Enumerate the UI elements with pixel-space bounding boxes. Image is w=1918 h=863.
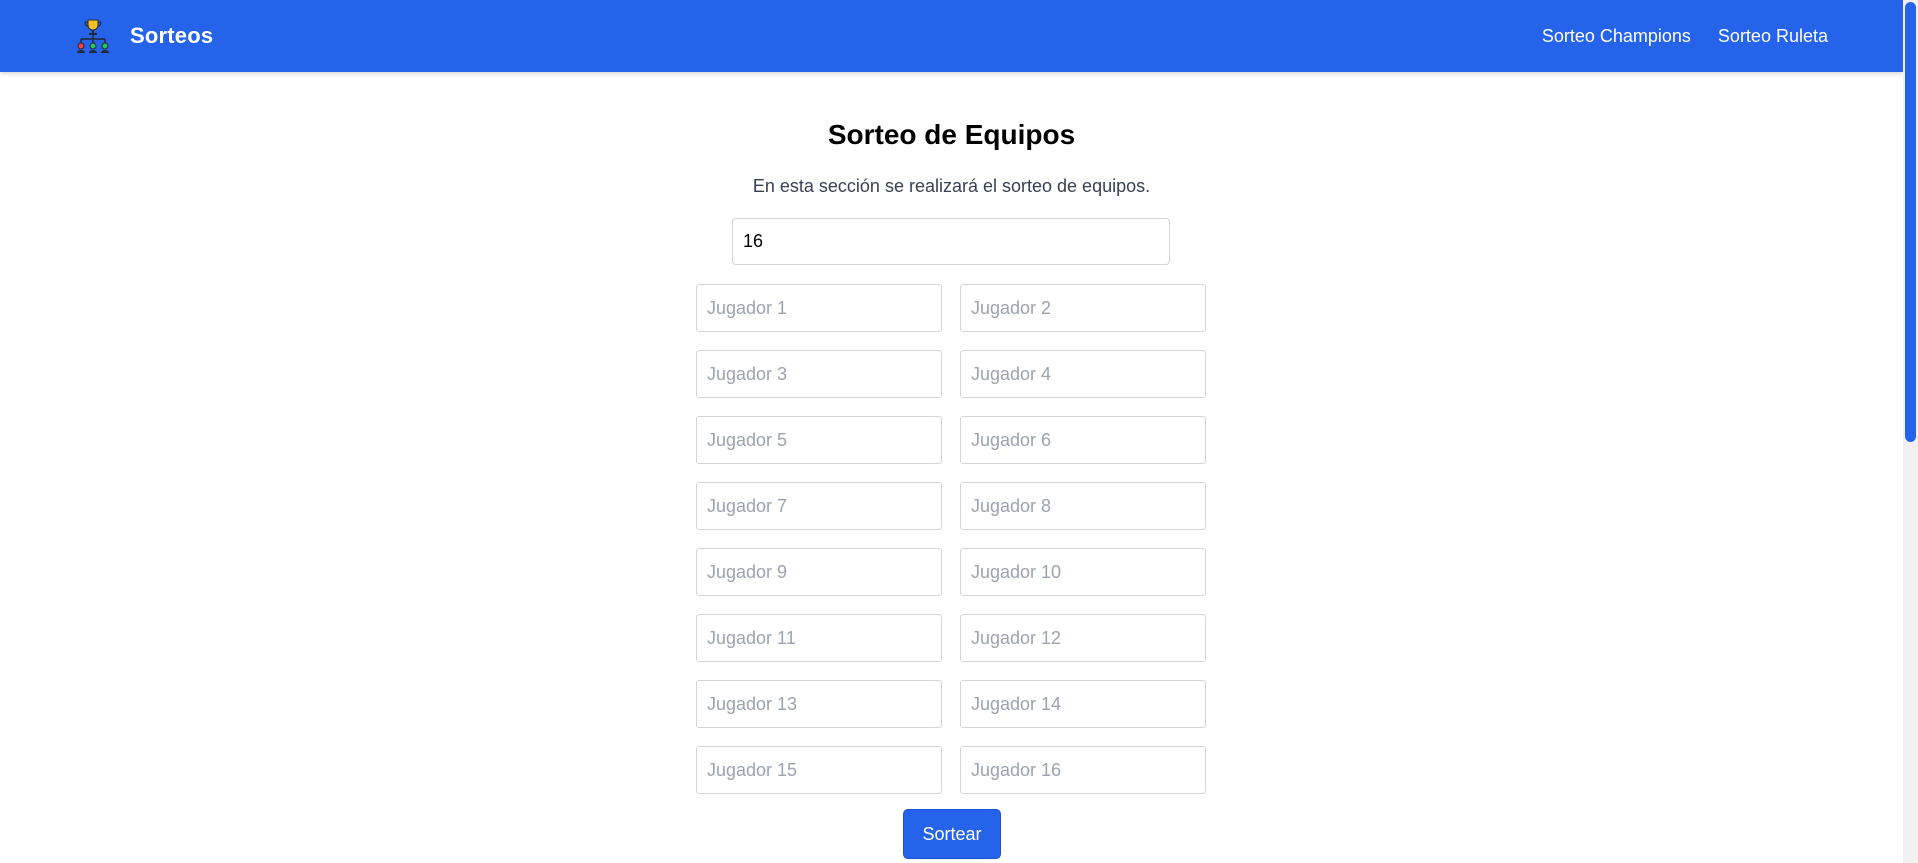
- player-16-input[interactable]: [960, 746, 1206, 794]
- sortear-button[interactable]: Sortear: [903, 809, 1001, 859]
- scrollbar-thumb[interactable]: [1905, 2, 1916, 442]
- scrollbar[interactable]: [1903, 0, 1918, 863]
- page-subtitle: En esta sección se realizará el sorteo d…: [752, 176, 1151, 196]
- player-6-input[interactable]: [960, 416, 1206, 464]
- tournament-bracket-icon: [77, 19, 109, 53]
- player-3-input[interactable]: [696, 350, 942, 398]
- nav-links: Sorteo Champions Sorteo Ruleta: [1542, 0, 1828, 72]
- player-4-input[interactable]: [960, 350, 1206, 398]
- brand-name: Sorteos: [130, 23, 214, 48]
- player-1-input[interactable]: [696, 284, 942, 332]
- player-10-input[interactable]: [960, 548, 1206, 596]
- players-grid: [696, 284, 1206, 794]
- player-13-input[interactable]: [696, 680, 942, 728]
- player-15-input[interactable]: [696, 746, 942, 794]
- player-11-input[interactable]: [696, 614, 942, 662]
- page: Sorteos Sorteo Champions Sorteo Ruleta S…: [0, 0, 1918, 863]
- brand[interactable]: Sorteos: [74, 16, 213, 56]
- player-12-input[interactable]: [960, 614, 1206, 662]
- page-title: Sorteo de Equipos: [827, 119, 1076, 150]
- player-9-input[interactable]: [696, 548, 942, 596]
- team-count-input[interactable]: [732, 218, 1170, 265]
- nav-link-sorteo-champions[interactable]: Sorteo Champions: [1542, 26, 1691, 47]
- player-14-input[interactable]: [960, 680, 1206, 728]
- player-8-input[interactable]: [960, 482, 1206, 530]
- player-2-input[interactable]: [960, 284, 1206, 332]
- player-5-input[interactable]: [696, 416, 942, 464]
- nav-link-sorteo-ruleta[interactable]: Sorteo Ruleta: [1718, 26, 1828, 47]
- navbar: Sorteos Sorteo Champions Sorteo Ruleta: [0, 0, 1903, 72]
- player-7-input[interactable]: [696, 482, 942, 530]
